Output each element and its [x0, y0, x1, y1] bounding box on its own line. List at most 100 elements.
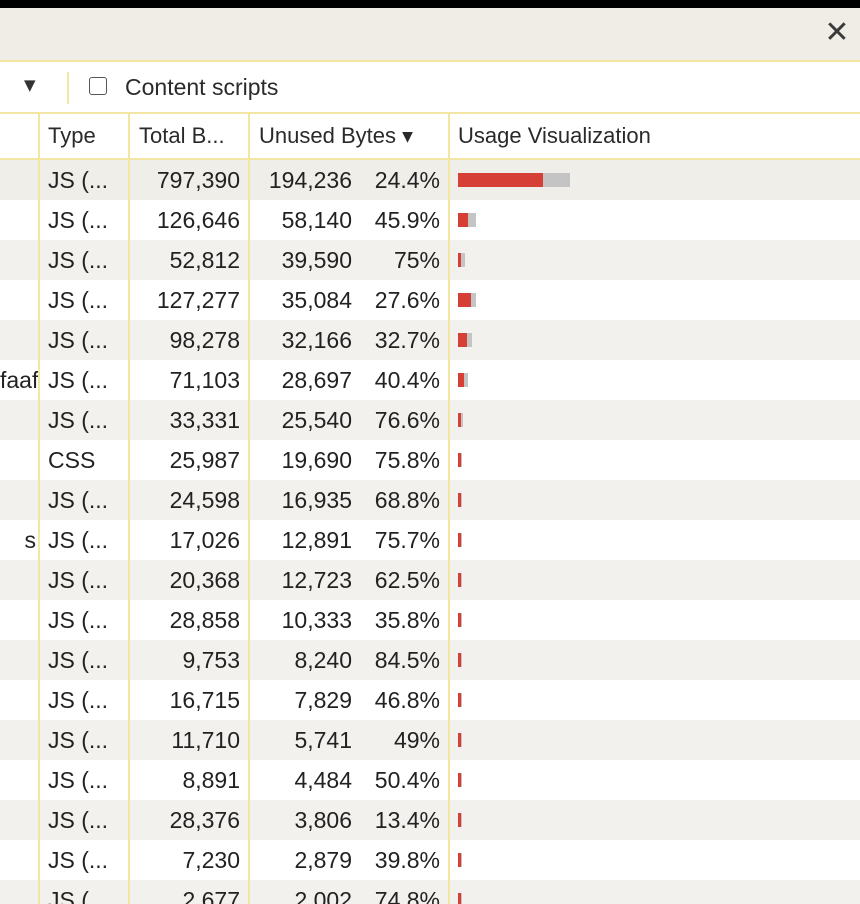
unused-bytes-cell: 4,484 — [294, 767, 352, 793]
panel-titlebar: ✕ — [0, 8, 860, 62]
coverage-panel: ✕ ▼ Content scripts Type Total B... Unus… — [0, 8, 860, 904]
column-header-total-bytes[interactable]: Total B... — [139, 114, 247, 158]
usage-bar — [458, 293, 476, 307]
close-icon[interactable]: ✕ — [822, 18, 852, 48]
usage-bar — [458, 253, 465, 267]
usage-bar-unused — [461, 413, 463, 427]
coverage-toolbar: ▼ Content scripts — [0, 62, 860, 114]
column-header-type[interactable]: Type — [48, 114, 128, 158]
unused-bytes-cell: 12,723 — [281, 567, 352, 593]
type-cell: JS (... — [48, 527, 109, 553]
unused-percent-cell: 74.8% — [374, 887, 440, 904]
unused-percent-cell: 40.4% — [374, 367, 440, 393]
content-scripts-label[interactable]: Content scripts — [125, 74, 278, 101]
url-cell — [0, 600, 38, 640]
total-bytes-cell: 127,277 — [156, 287, 240, 313]
type-cell: CSS — [48, 447, 96, 473]
unused-percent-cell: 49% — [393, 727, 440, 753]
usage-bar-unused — [461, 653, 462, 667]
unused-bytes-cell: 3,806 — [294, 807, 352, 833]
unused-bytes-cell: 39,590 — [281, 247, 352, 273]
usage-bar-used — [458, 213, 468, 227]
type-cell: JS (... — [48, 807, 109, 833]
url-cell — [0, 400, 38, 440]
unused-bytes-cell: 10,333 — [281, 607, 352, 633]
column-header-usage-visualization[interactable]: Usage Visualization — [458, 114, 758, 158]
unused-percent-cell: 76.6% — [374, 407, 440, 433]
total-bytes-cell: 11,710 — [171, 727, 240, 753]
unused-percent-cell: 84.5% — [374, 647, 440, 673]
usage-bar — [458, 213, 476, 227]
total-bytes-cell: 126,646 — [156, 207, 240, 233]
type-cell: JS (... — [48, 727, 109, 753]
usage-bar-unused — [461, 893, 462, 904]
unused-percent-cell: 46.8% — [374, 687, 440, 713]
usage-bar-unused — [461, 533, 462, 547]
usage-bar-unused — [461, 853, 462, 867]
coverage-table: Type Total B... Unused Bytes ▼ Usage Vis… — [0, 114, 860, 904]
total-bytes-cell: 98,278 — [169, 327, 240, 353]
url-cell — [0, 760, 38, 800]
column-divider[interactable] — [448, 114, 450, 904]
usage-bar-unused — [468, 213, 476, 227]
unused-bytes-cell: 25,540 — [281, 407, 352, 433]
url-cell — [0, 200, 38, 240]
column-divider[interactable] — [128, 114, 130, 904]
usage-bar — [458, 493, 462, 507]
usage-bar-unused — [461, 773, 462, 787]
type-cell: JS (... — [48, 887, 109, 904]
sort-descending-icon: ▼ — [402, 129, 413, 145]
column-divider[interactable] — [38, 114, 40, 904]
unused-bytes-cell: 16,935 — [281, 487, 352, 513]
usage-bar — [458, 693, 462, 707]
column-header-unused-bytes[interactable]: Unused Bytes ▼ — [259, 114, 419, 158]
content-scripts-checkbox[interactable] — [89, 77, 107, 95]
total-bytes-cell: 797,390 — [156, 167, 240, 193]
usage-bar-unused — [471, 293, 476, 307]
unused-bytes-cell: 58,140 — [281, 207, 352, 233]
total-bytes-cell: 52,812 — [169, 247, 240, 273]
usage-bar — [458, 773, 462, 787]
usage-bar — [458, 653, 462, 667]
url-cell — [0, 440, 38, 480]
url-cell — [0, 560, 38, 600]
total-bytes-cell: 20,368 — [169, 567, 240, 593]
url-cell: s — [24, 527, 37, 553]
total-bytes-cell: 28,858 — [169, 607, 240, 633]
total-bytes-cell: 24,598 — [169, 487, 240, 513]
unused-bytes-cell: 194,236 — [268, 167, 352, 193]
url-cell — [0, 800, 38, 840]
usage-bar — [458, 413, 463, 427]
usage-bar — [458, 373, 468, 387]
type-cell: JS (... — [48, 567, 109, 593]
total-bytes-cell: 8,891 — [182, 767, 240, 793]
usage-bar-unused — [543, 173, 570, 187]
usage-bar-used — [458, 333, 467, 347]
total-bytes-cell: 33,331 — [169, 407, 240, 433]
type-cell: JS (... — [48, 407, 109, 433]
url-cell — [0, 480, 38, 520]
usage-bar-unused — [461, 813, 462, 827]
unused-percent-cell: 62.5% — [374, 567, 440, 593]
type-cell: JS (... — [48, 207, 109, 233]
unused-percent-cell: 39.8% — [374, 847, 440, 873]
usage-bar-unused — [461, 613, 462, 627]
unused-percent-cell: 50.4% — [374, 767, 440, 793]
filter-dropdown-arrow-icon[interactable]: ▼ — [24, 76, 36, 94]
type-cell: JS (... — [48, 167, 109, 193]
usage-bar — [458, 613, 462, 627]
unused-bytes-cell: 7,829 — [294, 687, 352, 713]
column-divider[interactable] — [248, 114, 250, 904]
unused-bytes-cell: 35,084 — [281, 287, 352, 313]
usage-bar — [458, 533, 462, 547]
total-bytes-cell: 25,987 — [169, 447, 240, 473]
unused-percent-cell: 32.7% — [374, 327, 440, 353]
type-cell: JS (... — [48, 287, 109, 313]
unused-bytes-cell: 5,741 — [294, 727, 352, 753]
unused-bytes-cell: 8,240 — [294, 647, 352, 673]
usage-bar — [458, 733, 462, 747]
usage-bar — [458, 173, 570, 187]
total-bytes-cell: 7,230 — [182, 847, 240, 873]
url-cell — [0, 280, 38, 320]
total-bytes-cell: 16,715 — [169, 687, 240, 713]
